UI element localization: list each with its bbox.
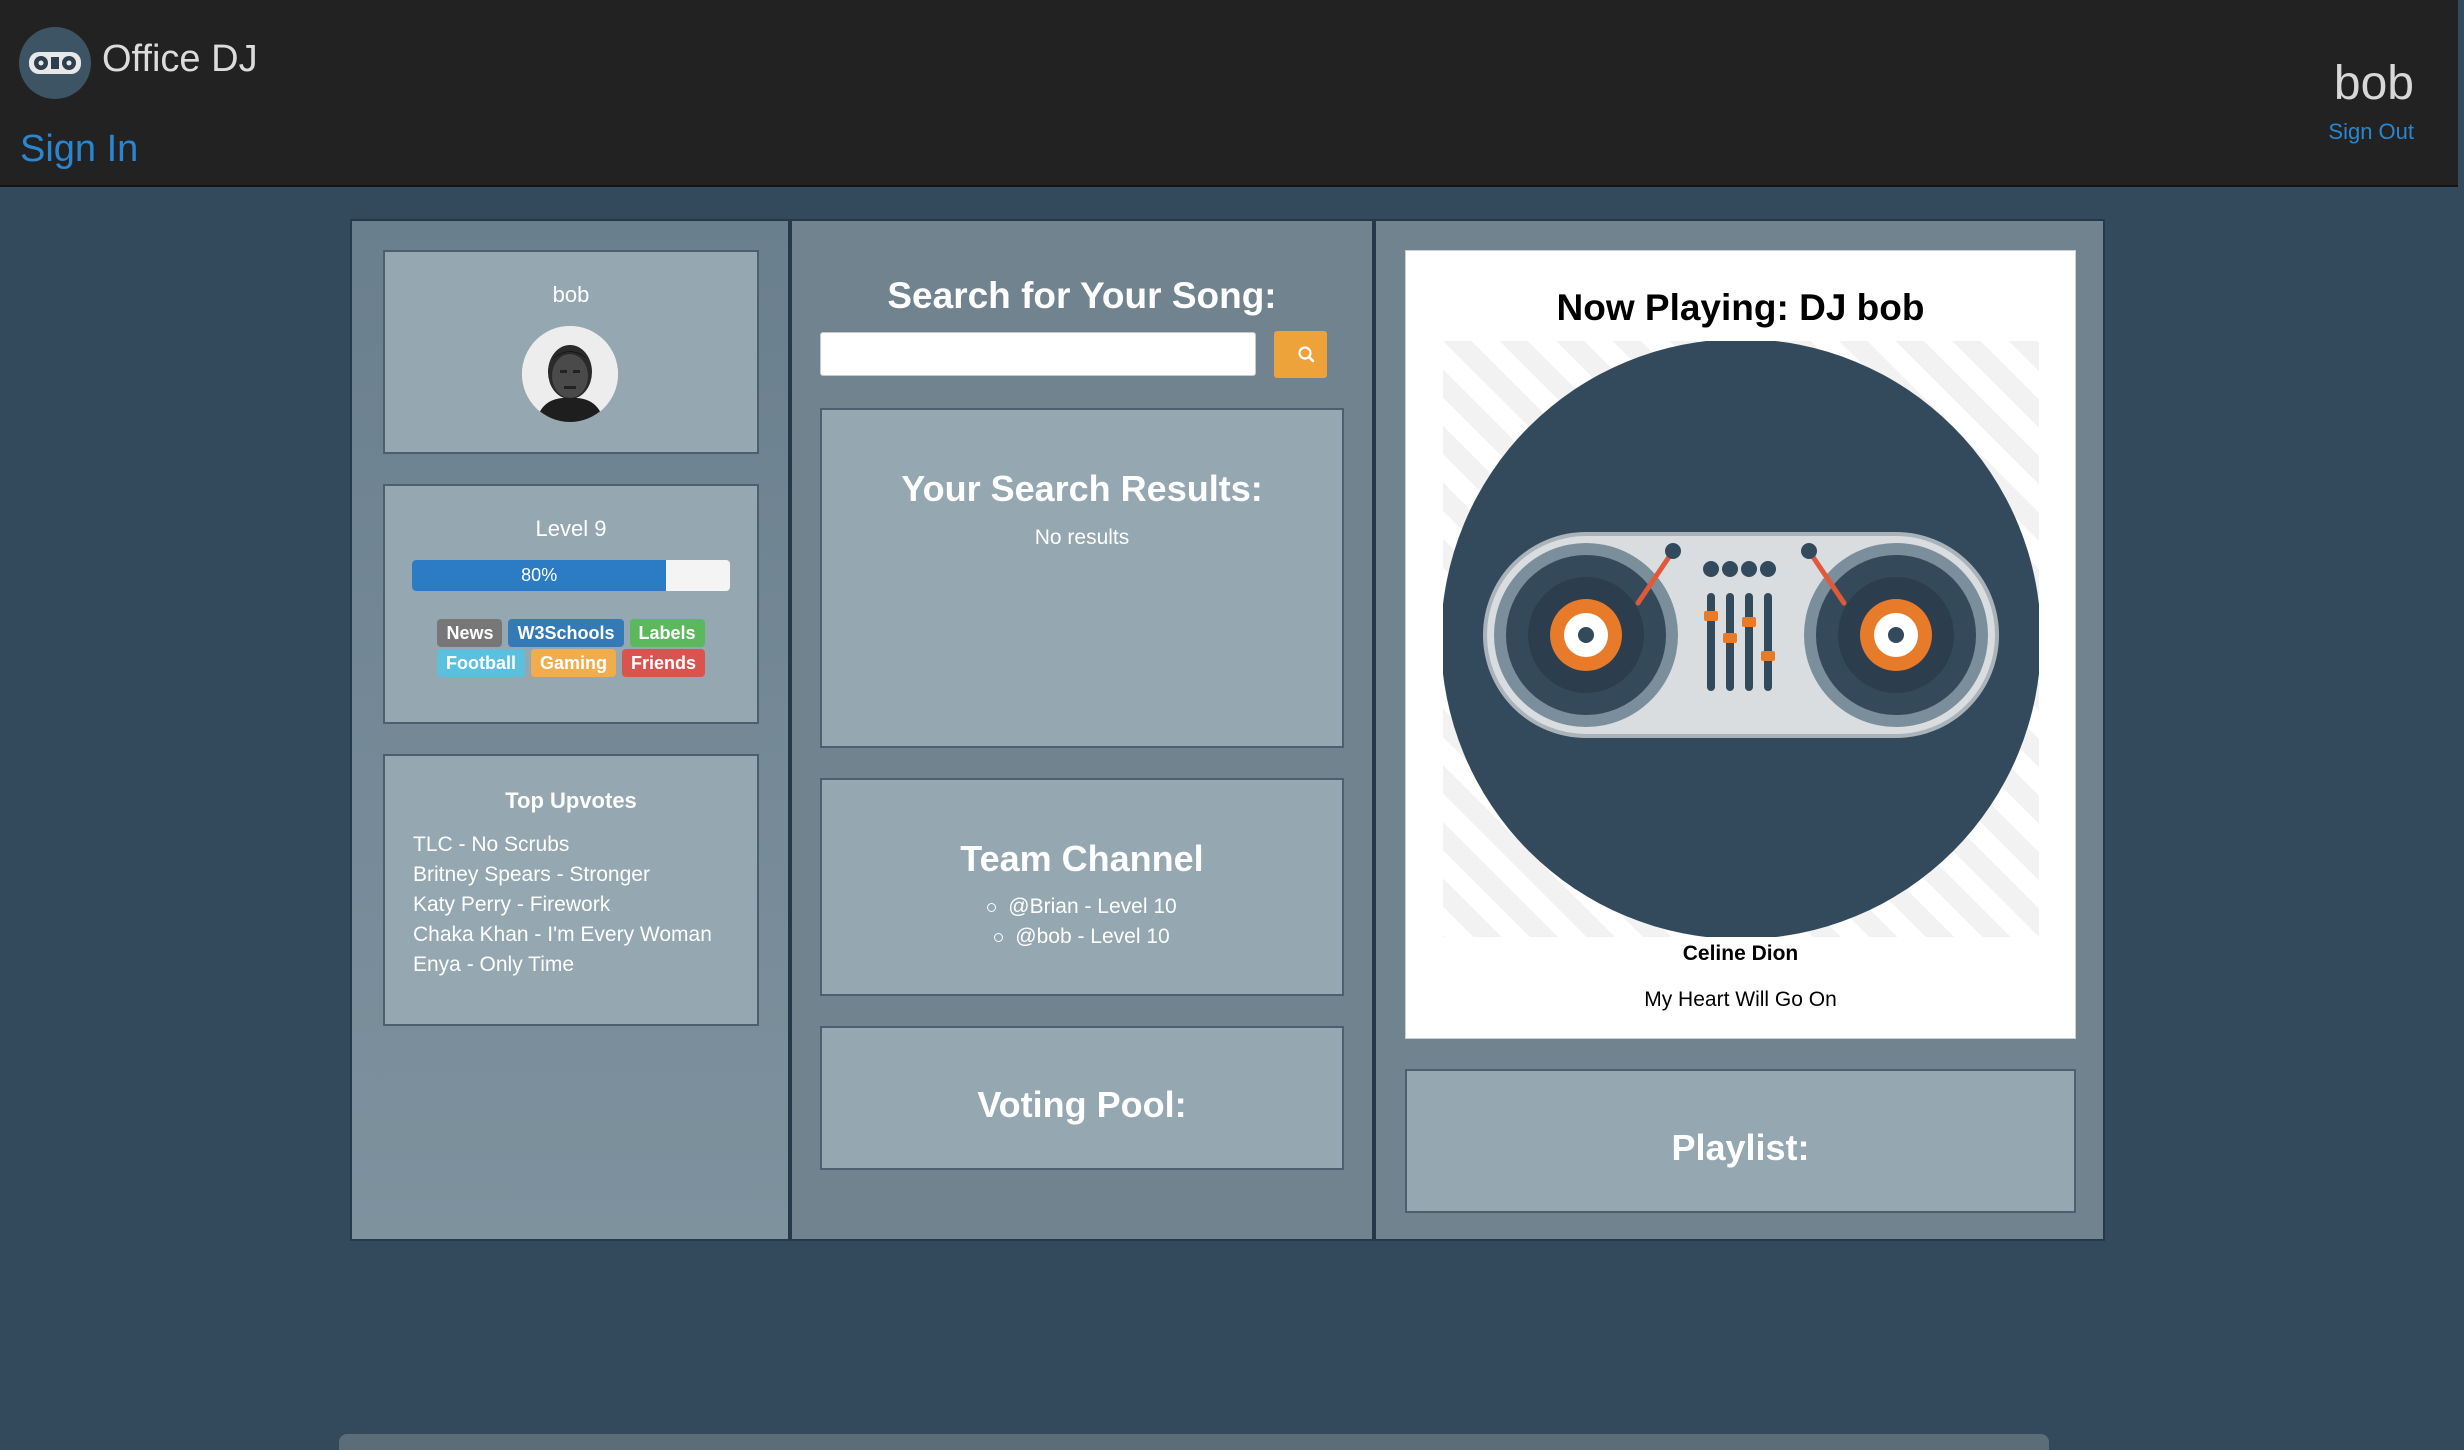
search-input[interactable] bbox=[820, 332, 1256, 376]
profile-panel: bob bbox=[383, 250, 759, 454]
voting-pool-panel: Voting Pool: bbox=[820, 1026, 1344, 1170]
list-item: Katy Perry - Firework bbox=[413, 893, 611, 916]
level-panel: Level 9 80% News W3Schools Labels Football… bbox=[383, 484, 759, 724]
team-channel-panel: Team Channel @Brian - Level 10 @bob - Le… bbox=[820, 778, 1344, 996]
tag-friends[interactable]: Friends bbox=[622, 649, 706, 677]
avatar[interactable] bbox=[522, 326, 618, 422]
list-item: Enya - Only Time bbox=[413, 953, 575, 976]
search-results-title: Your Search Results: bbox=[901, 468, 1263, 509]
team-channel-title: Team Channel bbox=[960, 838, 1204, 879]
sign-out-link[interactable]: Sign Out bbox=[2328, 119, 2414, 145]
middle-column: Search for Your Song: Your Search Result… bbox=[790, 219, 1374, 1241]
now-playing-track: My Heart Will Go On bbox=[1644, 988, 1837, 1011]
search-icon bbox=[1298, 346, 1315, 363]
level-progress-bar: 80% bbox=[412, 560, 730, 591]
list-item: Britney Spears - Stronger bbox=[413, 863, 650, 886]
search-button[interactable] bbox=[1274, 331, 1327, 378]
tag-w3schools[interactable]: W3Schools bbox=[508, 619, 624, 647]
now-playing-artist: Celine Dion bbox=[1682, 942, 1799, 965]
playlist-panel: Playlist: bbox=[1405, 1069, 2076, 1213]
level-progress-fill: 80% bbox=[412, 560, 667, 591]
search-results-panel: Your Search Results: No results bbox=[820, 408, 1344, 748]
team-member-list: @Brian - Level 10 @bob - Level 10 bbox=[822, 892, 1342, 952]
tags-row-2: Football Gaming Friends bbox=[385, 649, 757, 677]
top-upvotes-panel: Top Upvotes TLC - No Scrubs Britney Spea… bbox=[383, 754, 759, 1026]
team-member-label: @Brian - Level 10 bbox=[1008, 895, 1177, 918]
turntable-album-art-icon bbox=[1443, 341, 2039, 937]
brand-title[interactable]: Office DJ bbox=[102, 38, 258, 81]
list-item[interactable]: @Brian - Level 10 bbox=[822, 892, 1342, 922]
now-playing-title: Now Playing: DJ bob bbox=[1556, 287, 1925, 328]
tag-news[interactable]: News bbox=[437, 619, 503, 647]
list-item: Chaka Khan - I'm Every Woman bbox=[413, 923, 712, 946]
top-upvotes-list: TLC - No Scrubs Britney Spears - Stronge… bbox=[413, 830, 712, 980]
horizontal-scrollbar[interactable] bbox=[339, 1434, 2049, 1450]
tag-football[interactable]: Football bbox=[436, 649, 525, 677]
avatar-portrait-icon bbox=[522, 326, 618, 422]
tag-labels[interactable]: Labels bbox=[629, 619, 705, 647]
playlist-title: Playlist: bbox=[1671, 1127, 1810, 1168]
office-dj-logo-icon[interactable] bbox=[19, 27, 91, 99]
profile-name: bob bbox=[552, 282, 590, 307]
search-results-empty: No results bbox=[1034, 526, 1130, 549]
top-upvotes-title: Top Upvotes bbox=[505, 788, 637, 813]
voting-pool-title: Voting Pool: bbox=[977, 1084, 1187, 1125]
bullet-icon bbox=[987, 902, 997, 912]
tags-row-1: News W3Schools Labels bbox=[385, 619, 757, 647]
search-title: Search for Your Song: bbox=[887, 275, 1277, 316]
tag-gaming[interactable]: Gaming bbox=[530, 649, 616, 677]
right-column: Now Playing: DJ bob Celine Dion My Heart… bbox=[1374, 219, 2105, 1241]
left-column: bob Level 9 80% News W3Schools Labels Foot… bbox=[350, 219, 790, 1241]
level-title: Level 9 bbox=[535, 516, 607, 541]
list-item[interactable]: @bob - Level 10 bbox=[822, 922, 1342, 952]
list-item: TLC - No Scrubs bbox=[413, 833, 570, 856]
team-member-label: @bob - Level 10 bbox=[1015, 925, 1170, 948]
now-playing-panel: Now Playing: DJ bob Celine Dion My Heart… bbox=[1405, 250, 2076, 1039]
current-username: bob bbox=[2333, 57, 2414, 110]
sign-in-link[interactable]: Sign In bbox=[20, 128, 138, 171]
bullet-icon bbox=[994, 932, 1004, 942]
navbar: Office DJ Sign In bob Sign Out bbox=[0, 0, 2458, 187]
